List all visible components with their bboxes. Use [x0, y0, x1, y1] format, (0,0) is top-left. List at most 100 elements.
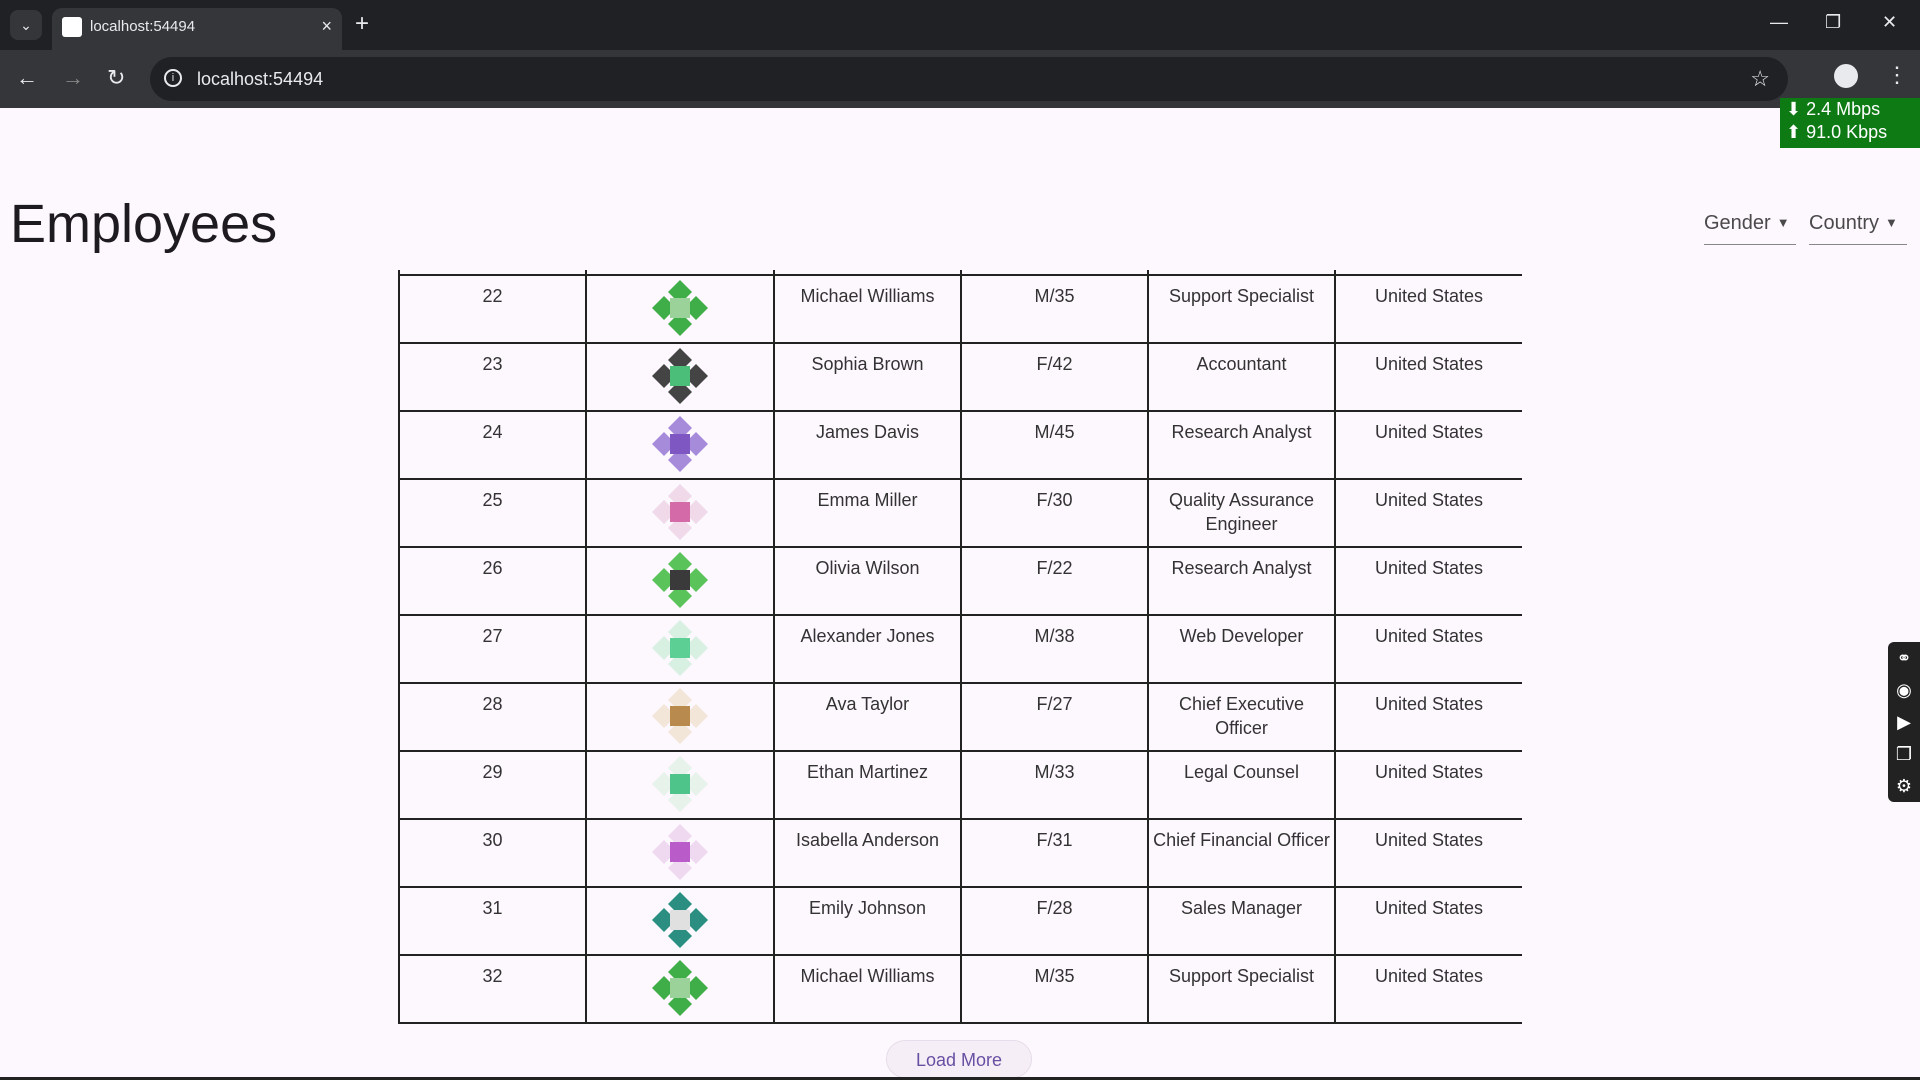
id-cell: 22: [398, 274, 587, 344]
camera-icon[interactable]: ◉: [1888, 674, 1920, 706]
address-bar[interactable]: i localhost:54494 ☆: [150, 57, 1788, 101]
window-close-button[interactable]: ✕: [1882, 12, 1897, 33]
avatar: [652, 484, 708, 540]
new-tab-button[interactable]: +: [355, 10, 369, 38]
gender-age-cell: F/22: [960, 546, 1149, 616]
table-row[interactable]: 31 Emily Johnson F/28 Sales Manager United S…: [398, 886, 1522, 956]
id-cell: 26: [398, 546, 587, 616]
site-info-icon[interactable]: i: [164, 69, 182, 87]
name-cell: Ethan Martinez: [773, 750, 962, 820]
role-cell: Accountant: [1147, 342, 1336, 412]
profile-icon[interactable]: [1834, 64, 1858, 88]
id-cell: 24: [398, 410, 587, 480]
avatar-cell: [585, 546, 775, 616]
reload-button[interactable]: ↻: [107, 65, 125, 91]
table-body: 2122Michael WilliamsM/35Support Speciali…: [398, 270, 1522, 1024]
name-cell: Emma Miller: [773, 478, 962, 548]
country-filter-dropdown[interactable]: Country ▼: [1809, 212, 1907, 245]
active-tab[interactable]: localhost:54494 ×: [52, 8, 342, 50]
name-cell: Alexander Jones: [773, 614, 962, 684]
gender-age-cell: F/42: [960, 342, 1149, 412]
table-row[interactable]: 23 Sophia Brown F/42 Accountant United State…: [398, 342, 1522, 412]
window-icon[interactable]: ❐: [1888, 738, 1920, 770]
gender-age-cell: M/35: [960, 954, 1149, 1024]
name-cell: Ava Taylor: [773, 682, 962, 752]
id-cell: 32: [398, 954, 587, 1024]
gender-filter-dropdown[interactable]: Gender ▼: [1704, 212, 1796, 245]
table-row[interactable]: 25 Emma Miller F/30 Quality Assurance Engin…: [398, 478, 1522, 548]
table-row[interactable]: 26 Olivia Wilson F/22 Research Analyst Unite…: [398, 546, 1522, 616]
url-text[interactable]: localhost:54494: [197, 69, 323, 90]
screen-tool-sidebar: ⚭ ◉ ▶ ❐ ⚙: [1888, 642, 1920, 802]
load-more-button[interactable]: Load More: [886, 1040, 1032, 1078]
role-cell: Web Developer: [1147, 614, 1336, 684]
role-cell: Research Analyst: [1147, 546, 1336, 616]
employee-table[interactable]: 2122Michael WilliamsM/35Support Speciali…: [398, 270, 1522, 1039]
gender-age-cell: M/38: [960, 614, 1149, 684]
id-cell: 29: [398, 750, 587, 820]
favicon-icon: [62, 17, 82, 37]
country-cell: United States: [1334, 818, 1522, 888]
avatar-cell: [585, 750, 775, 820]
role-cell: Support Specialist: [1147, 954, 1336, 1024]
role-cell: Research Analyst: [1147, 410, 1336, 480]
gender-age-cell: F/30: [960, 478, 1149, 548]
avatar-cell: [585, 886, 775, 956]
gender-filter-label: Gender: [1704, 212, 1771, 234]
name-cell: James Davis: [773, 410, 962, 480]
country-cell: United States: [1334, 410, 1522, 480]
avatar-cell: [585, 682, 775, 752]
tab-title: localhost:54494: [90, 18, 196, 35]
avatar: [652, 348, 708, 404]
id-cell: 25: [398, 478, 587, 548]
chevron-down-icon: ▼: [1776, 215, 1790, 230]
gender-age-cell: M/33: [960, 750, 1149, 820]
avatar-cell: [585, 614, 775, 684]
gender-age-cell: M/35: [960, 274, 1149, 344]
table-row[interactable]: 30 Isabella Anderson F/31 Chief Financial O…: [398, 818, 1522, 888]
gear-icon[interactable]: ⚙: [1888, 770, 1920, 802]
browser-menu-icon[interactable]: ⋮: [1886, 62, 1908, 88]
tab-search-button[interactable]: ⌄: [10, 10, 42, 40]
minimize-button[interactable]: —: [1770, 12, 1788, 33]
country-cell: United States: [1334, 750, 1522, 820]
country-cell: United States: [1334, 546, 1522, 616]
avatar: [652, 756, 708, 812]
role-cell: Chief Financial Officer: [1147, 818, 1336, 888]
table-row[interactable]: 27 Alexander Jones M/38 Web Developer United…: [398, 614, 1522, 684]
gender-age-cell: F/27: [960, 682, 1149, 752]
name-cell: Isabella Anderson: [773, 818, 962, 888]
name-cell: Sophia Brown: [773, 342, 962, 412]
gender-age-cell: M/45: [960, 410, 1149, 480]
avatar: [652, 552, 708, 608]
country-cell: United States: [1334, 274, 1522, 344]
bookmark-star-icon[interactable]: ☆: [1750, 66, 1770, 92]
link-icon[interactable]: ⚭: [1888, 642, 1920, 674]
avatar: [652, 824, 708, 880]
table-row[interactable]: 24 James Davis M/45 Research Analyst United …: [398, 410, 1522, 480]
back-button[interactable]: ←: [16, 65, 38, 91]
country-cell: United States: [1334, 886, 1522, 956]
avatar: [652, 280, 708, 336]
country-filter-label: Country: [1809, 212, 1880, 234]
network-speed-widget: ⬇ 2.4 Mbps ⬆ 91.0 Kbps: [1780, 98, 1920, 148]
name-cell: Michael Williams: [773, 274, 962, 344]
video-icon[interactable]: ▶: [1888, 706, 1920, 738]
table-row[interactable]: 28 Ava Taylor F/27 Chief Executive Officer U…: [398, 682, 1522, 752]
country-cell: United States: [1334, 682, 1522, 752]
avatar: [652, 620, 708, 676]
table-row[interactable]: 29 Ethan Martinez M/33 Legal Counsel United …: [398, 750, 1522, 820]
role-cell: Sales Manager: [1147, 886, 1336, 956]
tab-close-icon[interactable]: ×: [321, 16, 332, 37]
avatar-cell: [585, 954, 775, 1024]
forward-button[interactable]: →: [62, 65, 84, 91]
table-row[interactable]: 32 Michael Williams M/35 Support Specialist…: [398, 954, 1522, 1024]
restore-button[interactable]: ❐: [1825, 12, 1841, 33]
country-cell: United States: [1334, 478, 1522, 548]
country-cell: United States: [1334, 342, 1522, 412]
avatar-cell: [585, 478, 775, 548]
page-title: Employees: [10, 194, 278, 254]
id-cell: 28: [398, 682, 587, 752]
table-row[interactable]: 22 Michael Williams M/35 Support Specialist…: [398, 274, 1522, 344]
name-cell: Olivia Wilson: [773, 546, 962, 616]
